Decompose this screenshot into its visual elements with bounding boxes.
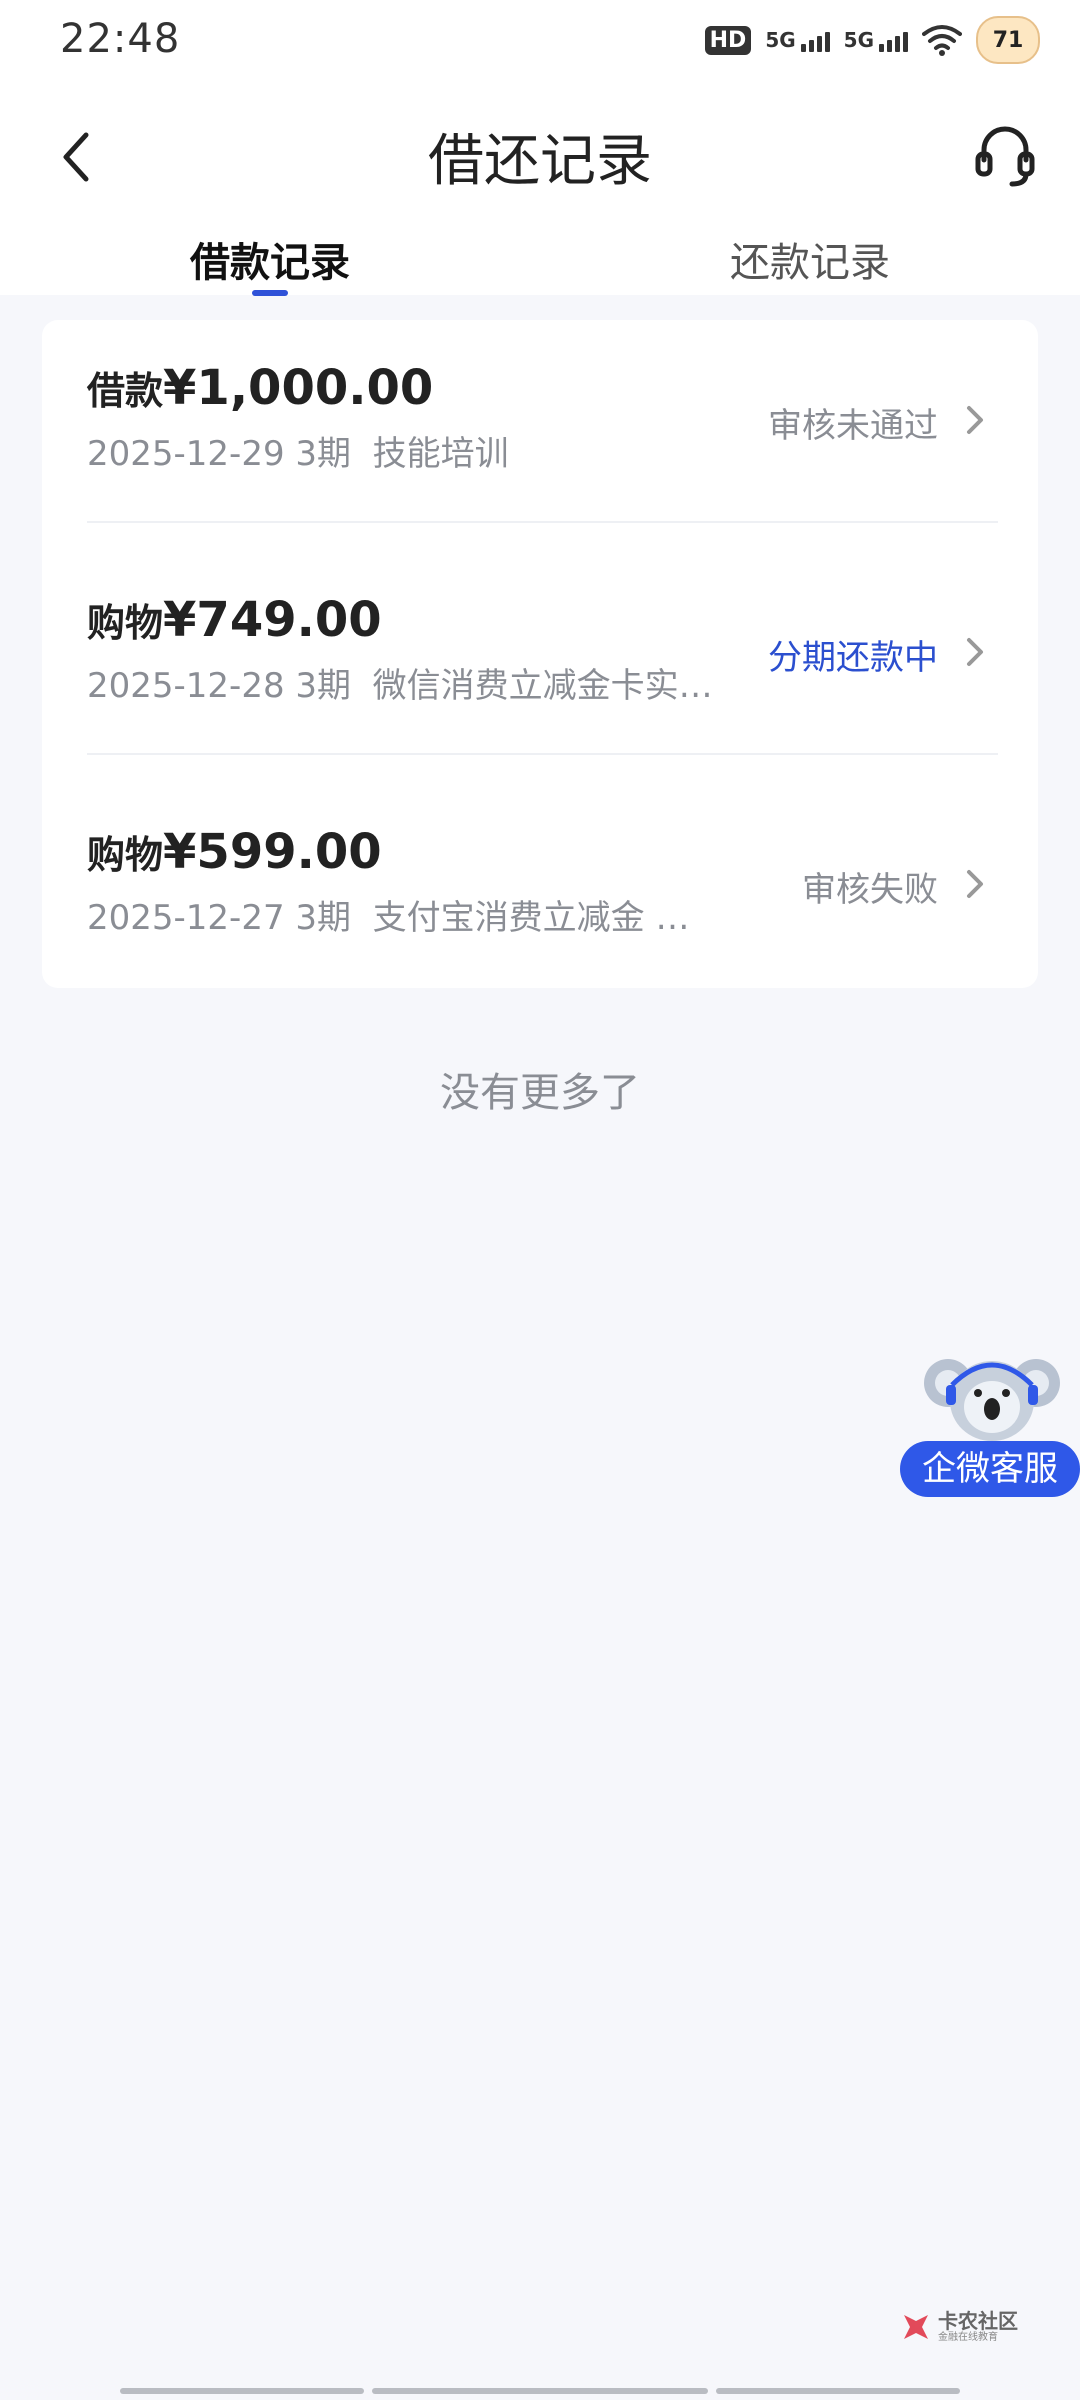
record-description: 技能培训 [372,434,509,474]
nav-segment [716,2388,960,2394]
record-title: 借款¥1,000.00 [87,360,433,416]
record-amount: ¥749.00 [163,592,382,648]
record-type: 借款 [87,369,164,413]
tab-repay-records[interactable]: 还款记录 [700,230,920,288]
nav-segment [372,2388,708,2394]
record-description: 支付宝消费立减金 … [372,898,690,938]
tab-indicator [252,290,288,296]
record-subtitle: 2025-12-27 3期 支付宝消费立减金 … [87,890,689,939]
record-row-1[interactable]: 借款¥1,000.00 2025-12-29 3期 技能培训 审核未通过 [42,320,1038,550]
wifi-icon [922,25,962,56]
record-status: 审核未通过 [768,406,938,446]
status-bar: 22:48 HD 5G 5G 71 [0,0,1080,80]
tab-borrow-records[interactable]: 借款记录 [160,230,380,288]
nav-segment [120,2388,364,2394]
status-time: 22:48 [60,16,181,62]
headset-icon[interactable] [970,120,1040,190]
chevron-right-icon [967,638,983,666]
record-subtitle: 2025-12-29 3期 技能培训 [87,426,509,475]
chevron-right-icon [967,870,983,898]
hd-icon: HD [704,25,752,55]
service-label: 企微客服 [900,1441,1080,1497]
watermark-logo-icon [904,2315,928,2339]
records-card: 借款¥1,000.00 2025-12-29 3期 技能培训 审核未通过 购物¥… [42,320,1038,988]
record-date-terms: 2025-12-28 3期 [87,666,352,706]
no-more-text: 没有更多了 [440,1070,640,1116]
service-float-button[interactable]: 企微客服 [900,1345,1080,1500]
record-status: 审核失败 [802,870,938,910]
battery-icon: 71 [976,16,1040,64]
record-description: 微信消费立减金卡实… [372,666,713,706]
record-status: 分期还款中 [768,638,938,678]
koala-mascot-icon [924,1359,1060,1441]
signal-5g-icon: 5G [765,28,830,52]
record-subtitle: 2025-12-28 3期 微信消费立减金卡实… [87,658,713,707]
record-title: 购物¥599.00 [87,824,382,880]
page-title: 借还记录 [428,129,652,194]
record-title: 购物¥749.00 [87,592,382,648]
record-amount: ¥1,000.00 [163,360,434,416]
signal-5g-icon-2: 5G [844,28,908,52]
status-icons: HD 5G 5G 71 [704,14,1040,66]
record-date-terms: 2025-12-29 3期 [87,434,352,474]
watermark: 卡农社区 金融在线教育 [900,2310,1018,2344]
watermark-sub: 金融在线教育 [938,2332,998,2343]
navigation-bar [120,2388,960,2394]
divider [87,521,998,523]
record-type: 购物 [87,601,164,645]
record-date-terms: 2025-12-27 3期 [87,898,352,938]
record-type: 购物 [87,833,164,877]
record-amount: ¥599.00 [163,824,382,880]
header: 借还记录 借款记录 还款记录 [0,80,1080,296]
record-row-3[interactable]: 购物¥599.00 2025-12-27 3期 支付宝消费立减金 … 审核失败 [42,784,1038,1014]
chevron-right-icon [967,406,983,434]
divider [87,753,998,755]
record-row-2[interactable]: 购物¥749.00 2025-12-28 3期 微信消费立减金卡实… 分期还款中 [42,552,1038,782]
watermark-main: 卡农社区 [938,2309,1018,2333]
